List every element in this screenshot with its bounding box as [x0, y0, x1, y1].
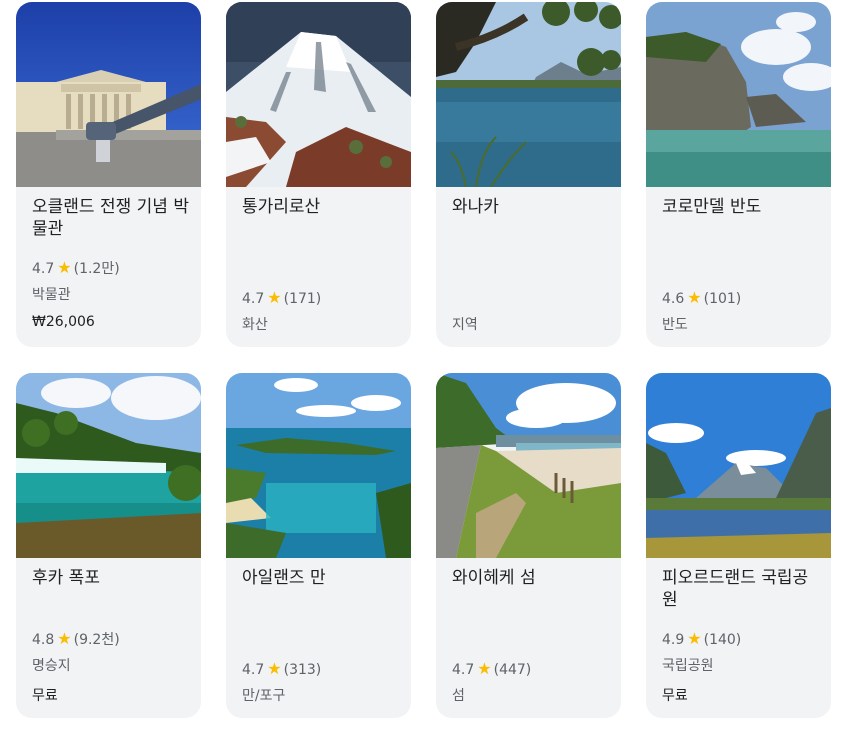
place-type: 화산	[242, 317, 268, 333]
place-title: 통가리로산	[242, 197, 321, 217]
place-title: 오클랜드 전쟁 기념 박물관	[32, 197, 189, 239]
place-rating: 4.7 ★ (1.2만)	[32, 258, 120, 277]
place-card-huka-falls[interactable]: 후카 폭포 4.8 ★ (9.2천) 명승지 무료	[16, 373, 201, 718]
place-price: 무료	[662, 688, 688, 704]
place-photo	[16, 373, 201, 558]
place-rating: 4.9 ★ (140)	[662, 629, 742, 648]
place-title: 와이헤케 섬	[452, 568, 536, 588]
place-price: 무료	[32, 688, 58, 704]
place-type: 만/포구	[242, 688, 286, 704]
place-card-bay-of-islands[interactable]: 아일랜즈 만 4.7 ★ (313) 만/포구	[226, 373, 411, 718]
star-icon: ★	[267, 288, 282, 307]
place-title: 아일랜즈 만	[242, 568, 326, 588]
star-icon: ★	[57, 258, 72, 277]
place-rating: 4.7 ★ (313)	[242, 659, 322, 678]
place-card-waiheke[interactable]: 와이헤케 섬 4.7 ★ (447) 섬	[436, 373, 621, 718]
place-title: 후카 폭포	[32, 568, 100, 588]
star-icon: ★	[267, 659, 282, 678]
place-card-auckland-museum[interactable]: 오클랜드 전쟁 기념 박물관 4.7 ★ (1.2만) 박물관 ₩26,006	[16, 2, 201, 347]
place-rating: 4.6 ★ (101)	[662, 288, 742, 307]
star-icon: ★	[687, 288, 702, 307]
place-title: 피오르드랜드 국립공원	[662, 568, 809, 610]
place-photo	[226, 2, 411, 187]
place-photo	[226, 373, 411, 558]
place-type: 박물관	[32, 287, 71, 303]
place-type: 반도	[662, 317, 688, 333]
place-price: ₩26,006	[32, 314, 95, 330]
place-card-fiordland[interactable]: 피오르드랜드 국립공원 4.9 ★ (140) 국립공원 무료	[646, 373, 831, 718]
place-card-coromandel[interactable]: 코로만델 반도 4.6 ★ (101) 반도	[646, 2, 831, 347]
place-type: 명승지	[32, 658, 71, 674]
star-icon: ★	[477, 659, 492, 678]
place-rating: 4.7 ★ (447)	[452, 659, 532, 678]
place-type: 섬	[452, 688, 465, 704]
place-card-wanaka[interactable]: 와나카 지역	[436, 2, 621, 347]
place-photo	[436, 2, 621, 187]
place-type: 지역	[452, 317, 478, 333]
place-title: 와나카	[452, 197, 499, 217]
place-photo	[436, 373, 621, 558]
place-rating: 4.8 ★ (9.2천)	[32, 629, 120, 648]
place-rating: 4.7 ★ (171)	[242, 288, 322, 307]
star-icon: ★	[57, 629, 72, 648]
place-card-tongariro[interactable]: 통가리로산 4.7 ★ (171) 화산	[226, 2, 411, 347]
place-photo	[646, 373, 831, 558]
place-type: 국립공원	[662, 658, 714, 674]
place-photo	[16, 2, 201, 187]
place-photo	[646, 2, 831, 187]
star-icon: ★	[687, 629, 702, 648]
place-title: 코로만델 반도	[662, 197, 762, 217]
